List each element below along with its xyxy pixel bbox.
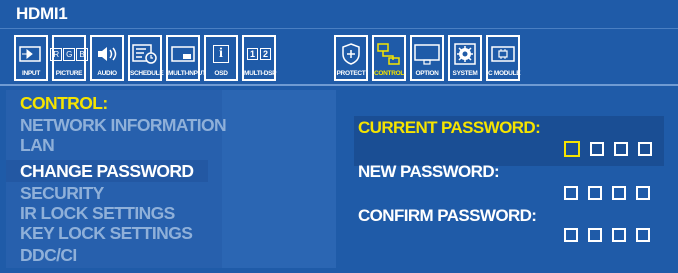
confirm-password-digit-1[interactable] bbox=[564, 228, 578, 242]
toolbar-schedule-button[interactable]: SCHEDULE bbox=[128, 35, 164, 81]
toolbar-multi-input-label: MULTI-INPUT bbox=[168, 70, 206, 77]
toolbar-c-module-label: C MODULE bbox=[488, 70, 521, 77]
multi-dsp-2: 2 bbox=[260, 48, 272, 60]
current-password-digit-2[interactable] bbox=[590, 142, 604, 156]
schedule-icon bbox=[130, 40, 160, 68]
confirm-password-field[interactable] bbox=[564, 228, 660, 242]
toolbar-c-module-button[interactable]: C MODULE bbox=[486, 35, 521, 81]
toolbar-option-label: OPTION bbox=[415, 70, 439, 77]
confirm-password-digit-4[interactable] bbox=[636, 228, 650, 242]
window-title: HDMI1 bbox=[0, 0, 678, 28]
multi-display-icon: 1 2 bbox=[244, 40, 274, 68]
multi-input-icon bbox=[168, 40, 198, 68]
rgb-g: G bbox=[63, 47, 76, 61]
control-submenu: CONTROL: NETWORK INFORMATION LAN CHANGE … bbox=[6, 90, 336, 268]
rgb-b: B bbox=[76, 47, 88, 61]
toolbar-control-button[interactable]: CONTROL bbox=[372, 35, 406, 81]
new-password-field[interactable] bbox=[564, 186, 660, 200]
toolbar-group-system: PROTECT CONTROL OPTION SYSTEM C MODULE bbox=[334, 35, 524, 81]
toolbar-system-label: SYSTEM bbox=[452, 70, 478, 77]
menu-item-change-password[interactable]: CHANGE PASSWORD bbox=[20, 162, 194, 180]
toolbar-input-label: INPUT bbox=[21, 70, 40, 77]
toolbar-multi-dsp-button[interactable]: 1 2 MULTI-DSP bbox=[242, 35, 277, 81]
compute-module-icon bbox=[488, 40, 518, 68]
info-icon: i bbox=[206, 40, 236, 68]
new-password-digit-3[interactable] bbox=[612, 186, 626, 200]
speaker-icon bbox=[92, 40, 122, 68]
rgb-picture-icon: R G B bbox=[50, 40, 88, 68]
submenu-shade bbox=[222, 90, 336, 268]
new-password-digit-2[interactable] bbox=[588, 186, 602, 200]
info-glyph: i bbox=[213, 45, 229, 63]
toolbar-picture-button[interactable]: R G B PICTURE bbox=[50, 35, 88, 81]
current-password-digit-4[interactable] bbox=[638, 142, 652, 156]
multi-dsp-1: 1 bbox=[246, 48, 258, 60]
shield-plus-icon bbox=[336, 40, 366, 68]
toolbar-control-label: CONTROL bbox=[374, 70, 405, 77]
toolbar-option-button[interactable]: OPTION bbox=[410, 35, 444, 81]
new-password-label: NEW PASSWORD: bbox=[358, 162, 500, 181]
menu-toolbar: INPUT R G B PICTURE AUDIO SCHEDULE MULTI… bbox=[0, 28, 678, 84]
toolbar-schedule-label: SCHEDULE bbox=[130, 70, 164, 77]
toolbar-multi-input-button[interactable]: MULTI-INPUT bbox=[166, 35, 206, 81]
confirm-password-digit-2[interactable] bbox=[588, 228, 602, 242]
current-password-digit-3[interactable] bbox=[614, 142, 628, 156]
current-password-digit-1[interactable] bbox=[564, 141, 580, 157]
menu-item-security[interactable]: SECURITY bbox=[20, 184, 104, 202]
toolbar-osd-label: OSD bbox=[214, 70, 228, 77]
toolbar-multi-dsp-label: MULTI-DSP bbox=[244, 70, 277, 77]
current-password-label: CURRENT PASSWORD: bbox=[358, 118, 541, 137]
rgb-r: R bbox=[50, 47, 63, 61]
control-network-icon bbox=[374, 40, 404, 68]
toolbar-picture-label: PICTURE bbox=[55, 70, 83, 77]
toolbar-osd-button[interactable]: i OSD bbox=[204, 35, 238, 81]
toolbar-system-button[interactable]: SYSTEM bbox=[448, 35, 482, 81]
toolbar-protect-button[interactable]: PROTECT bbox=[334, 35, 368, 81]
toolbar-protect-label: PROTECT bbox=[336, 70, 366, 77]
confirm-password-digit-3[interactable] bbox=[612, 228, 626, 242]
option-screen-icon bbox=[412, 40, 442, 68]
confirm-password-label: CONFIRM PASSWORD: bbox=[358, 206, 537, 225]
current-password-field[interactable] bbox=[564, 141, 662, 157]
toolbar-audio-label: AUDIO bbox=[97, 70, 117, 77]
toolbar-audio-button[interactable]: AUDIO bbox=[90, 35, 124, 81]
menu-item-key-lock-settings[interactable]: KEY LOCK SETTINGS bbox=[20, 224, 193, 242]
menu-item-network-information[interactable]: NETWORK INFORMATION bbox=[20, 116, 227, 134]
menu-item-ir-lock-settings[interactable]: IR LOCK SETTINGS bbox=[20, 204, 175, 222]
input-icon bbox=[16, 40, 46, 68]
gear-icon bbox=[450, 40, 480, 68]
toolbar-input-button[interactable]: INPUT bbox=[14, 35, 48, 81]
toolbar-divider bbox=[0, 84, 678, 86]
change-password-panel: CURRENT PASSWORD: NEW PASSWORD: CONFIRM … bbox=[340, 90, 672, 268]
menu-item-lan[interactable]: LAN bbox=[20, 136, 55, 154]
new-password-digit-4[interactable] bbox=[636, 186, 650, 200]
new-password-digit-1[interactable] bbox=[564, 186, 578, 200]
submenu-header: CONTROL: bbox=[20, 93, 108, 113]
menu-item-ddc-ci[interactable]: DDC/CI bbox=[20, 246, 77, 264]
toolbar-group-main: INPUT R G B PICTURE AUDIO SCHEDULE MULTI… bbox=[14, 35, 280, 81]
